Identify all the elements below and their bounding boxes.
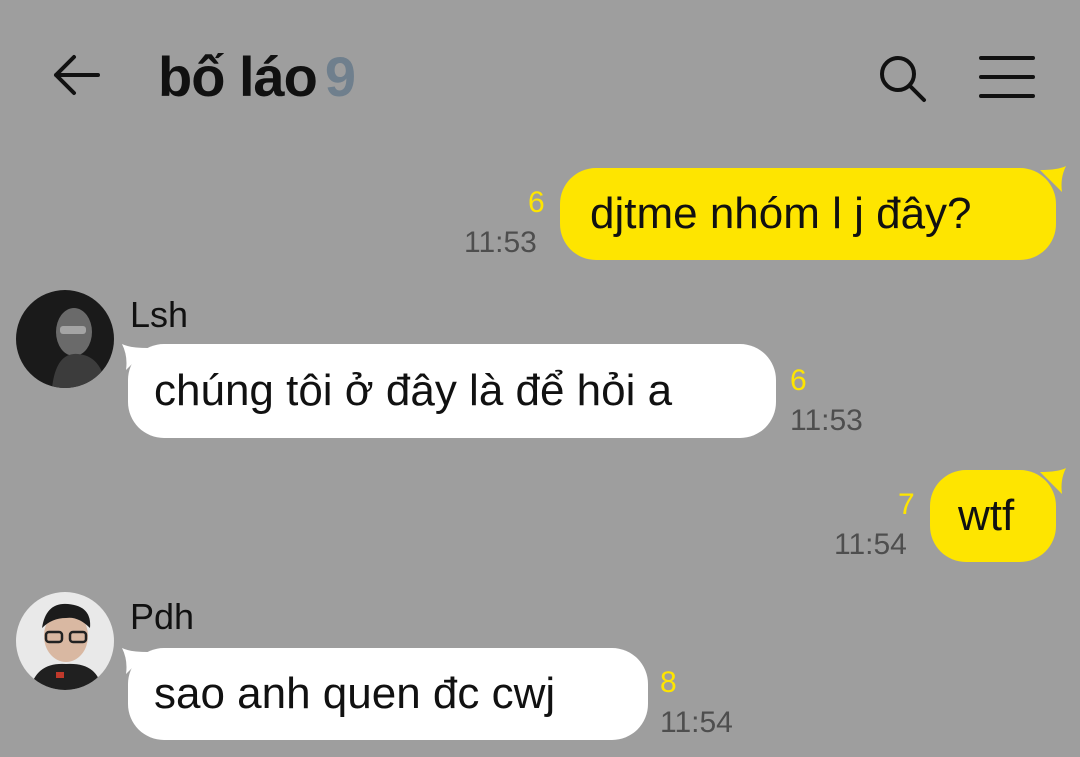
message-bubble[interactable]: sao anh quen đc cwj bbox=[128, 648, 648, 740]
message-bubble[interactable]: djtme nhóm l j đây? bbox=[560, 168, 1056, 260]
arrow-left-icon bbox=[54, 55, 100, 95]
back-button[interactable] bbox=[48, 50, 108, 100]
message-bubble[interactable]: wtf bbox=[930, 470, 1056, 562]
avatar-photo bbox=[16, 592, 114, 690]
message-text: chúng tôi ở đây là để hỏi a bbox=[154, 366, 673, 415]
message-time: 11:54 bbox=[660, 706, 733, 739]
unread-count: 8 bbox=[660, 666, 677, 699]
unread-count: 6 bbox=[528, 186, 545, 219]
avatar-photo bbox=[16, 290, 114, 388]
message-text: djtme nhóm l j đây? bbox=[590, 189, 972, 238]
chat-title: bố láo 9 bbox=[158, 44, 356, 109]
unread-count: 7 bbox=[898, 488, 915, 521]
message-time: 11:54 bbox=[834, 528, 907, 561]
avatar[interactable] bbox=[16, 592, 114, 690]
search-button[interactable] bbox=[872, 50, 932, 106]
avatar[interactable] bbox=[16, 290, 114, 388]
message-text: wtf bbox=[958, 491, 1015, 540]
sender-name: Pdh bbox=[130, 596, 195, 637]
member-count: 9 bbox=[324, 45, 356, 108]
chat-header: bố láo 9 bbox=[0, 0, 1080, 150]
hamburger-menu-icon bbox=[979, 56, 1035, 98]
menu-button[interactable] bbox=[975, 52, 1037, 102]
search-icon bbox=[880, 56, 926, 102]
message-time: 11:53 bbox=[464, 226, 537, 259]
unread-count: 6 bbox=[790, 364, 807, 397]
chat-name: bố láo bbox=[158, 45, 318, 108]
message-time: 11:53 bbox=[790, 404, 863, 437]
message-text: sao anh quen đc cwj bbox=[154, 669, 556, 718]
message-bubble[interactable]: chúng tôi ở đây là để hỏi a bbox=[128, 344, 776, 438]
sender-name: Lsh bbox=[130, 294, 189, 335]
